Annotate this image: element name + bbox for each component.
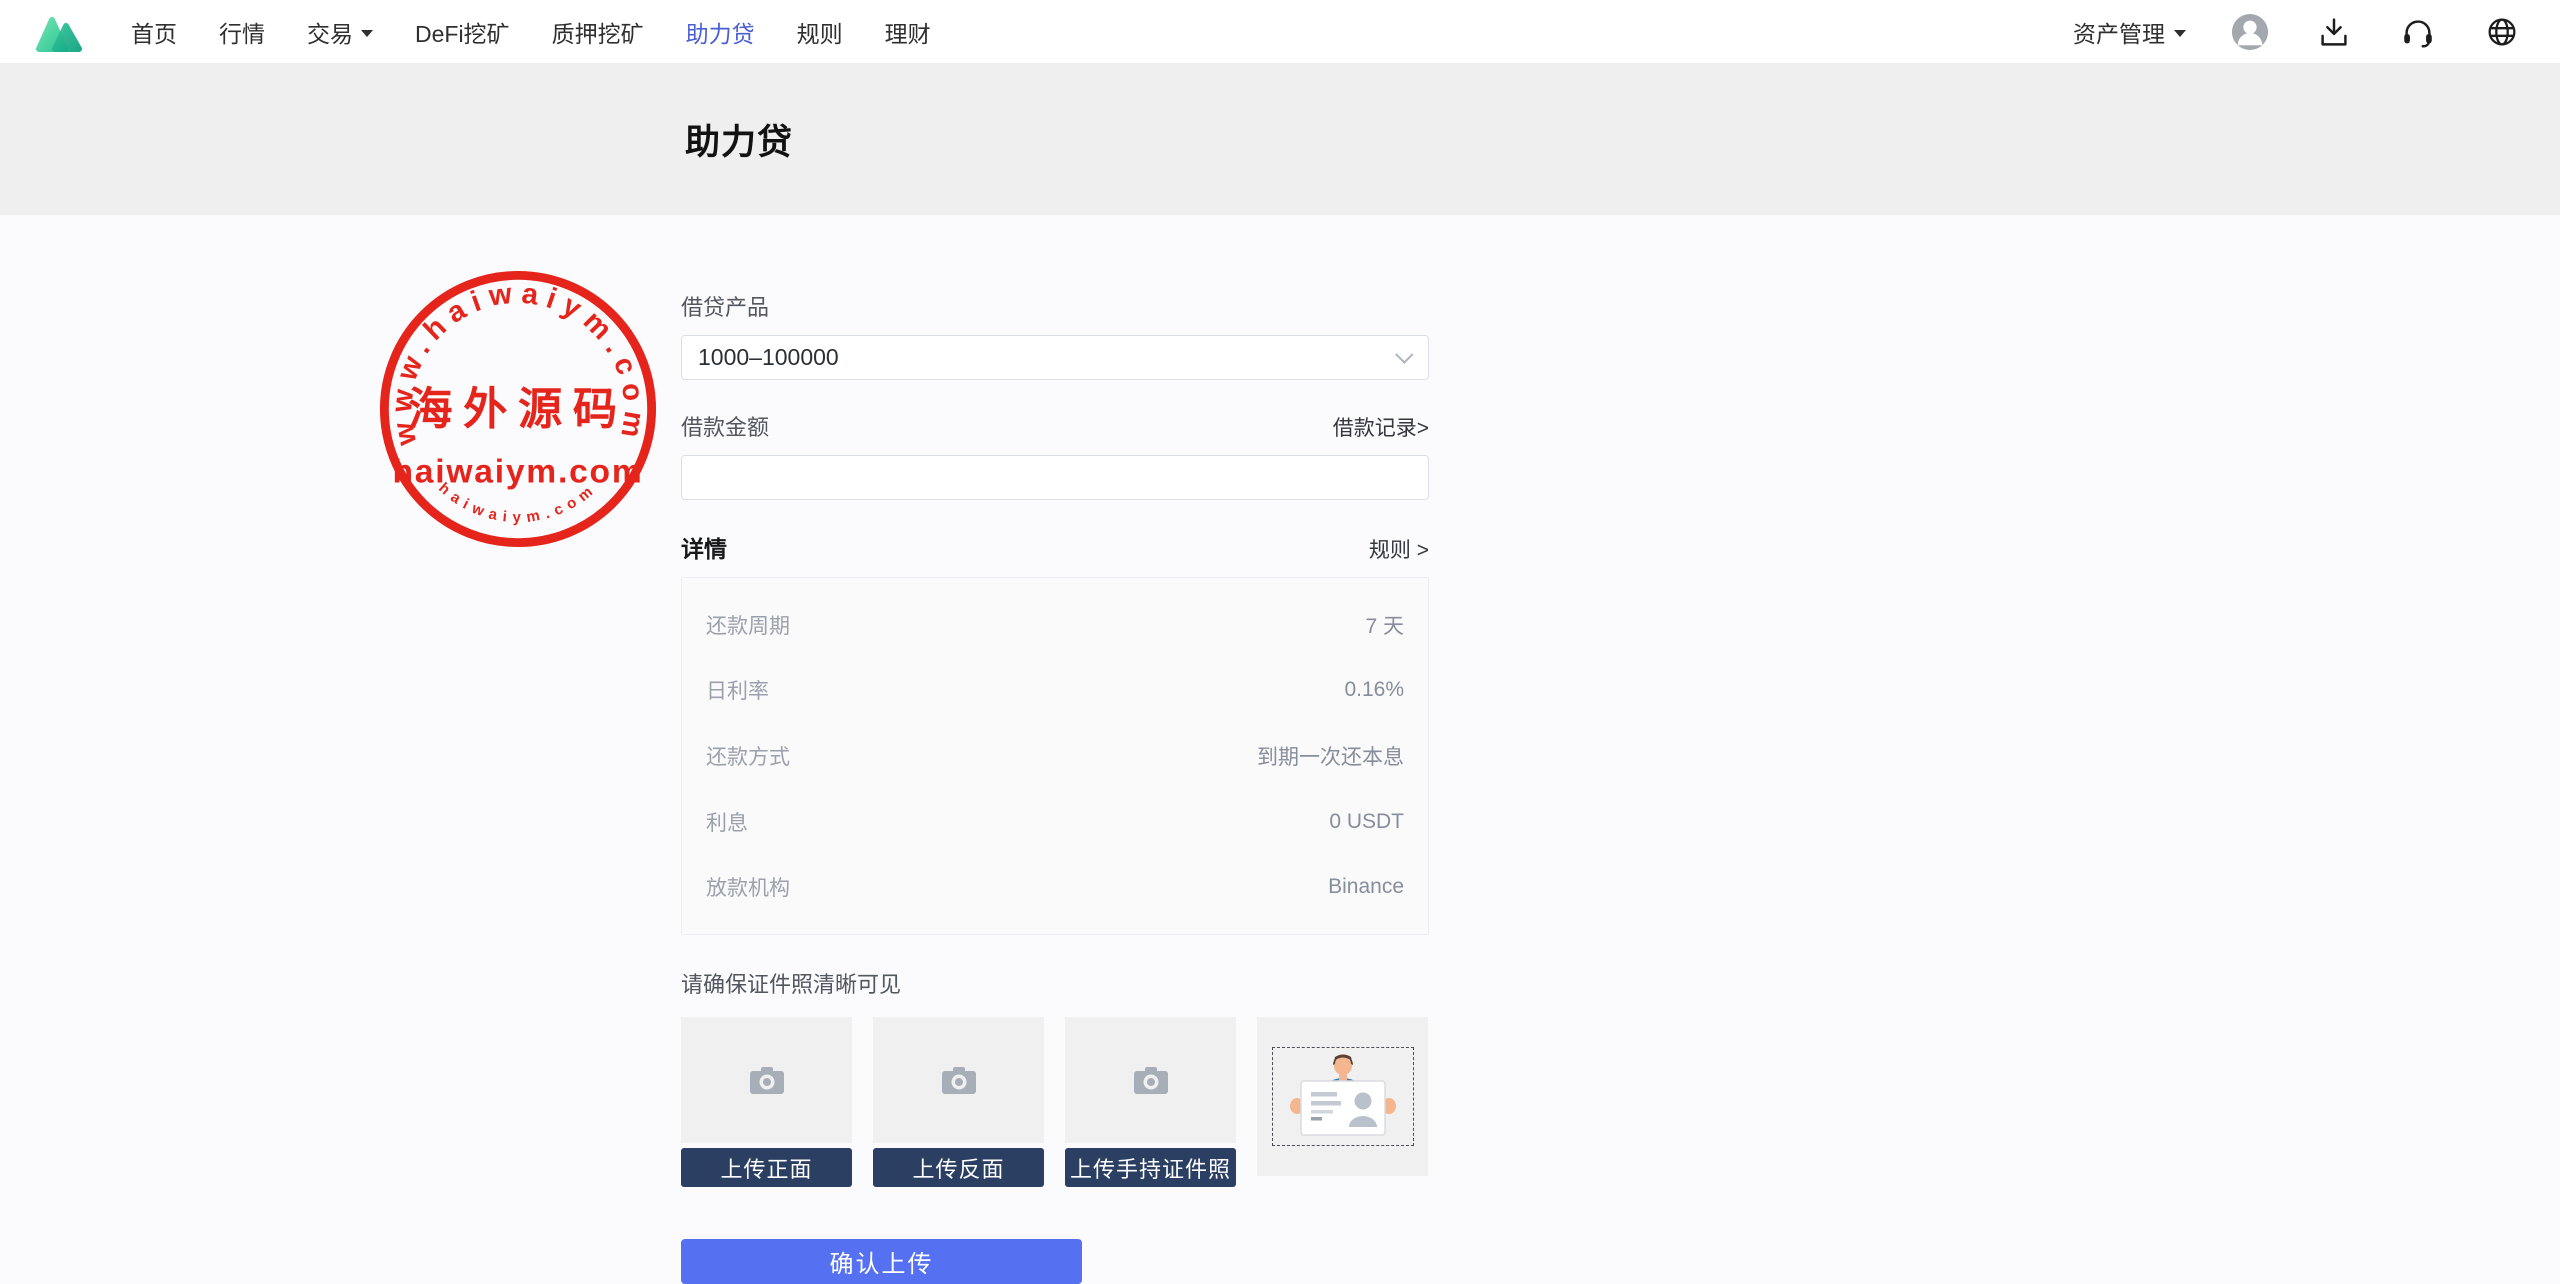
product-label: 借贷产品 bbox=[681, 290, 1429, 322]
page-header: 助力贷 bbox=[0, 63, 2560, 215]
avatar[interactable] bbox=[2230, 12, 2270, 52]
nav-item-staking-mining[interactable]: 质押挖矿 bbox=[552, 15, 644, 49]
main-content: www.haiwaiym.com 海外源码 haiwaiym.com haiwa… bbox=[0, 215, 2560, 1271]
detail-row-daily-rate: 日利率 0.16% bbox=[706, 658, 1404, 724]
upload-hint: 请确保证件照清晰可见 bbox=[681, 967, 1429, 999]
camera-icon bbox=[749, 1065, 785, 1095]
nav-right: 资产管理 bbox=[2073, 12, 2522, 52]
loan-records-link[interactable]: 借款记录> bbox=[1333, 412, 1429, 442]
top-nav: 首页 行情 交易 DeFi挖矿 质押挖矿 助力贷 规则 理财 资产管理 bbox=[0, 0, 2560, 63]
upload-back-dropzone[interactable] bbox=[873, 1017, 1044, 1143]
upload-front-button[interactable]: 上传正面 bbox=[681, 1148, 852, 1187]
camera-icon bbox=[1133, 1065, 1169, 1095]
stamp-domain-text: haiwaiym.com bbox=[393, 453, 644, 490]
nav-item-rules[interactable]: 规则 bbox=[797, 15, 843, 49]
watermark-stamp: www.haiwaiym.com 海外源码 haiwaiym.com haiwa… bbox=[372, 263, 664, 555]
nav-item-assist-loan[interactable]: 助力贷 bbox=[686, 15, 755, 49]
rules-link[interactable]: 规则 > bbox=[1369, 534, 1429, 564]
upload-handheld-button[interactable]: 上传手持证件照 bbox=[1065, 1148, 1236, 1187]
detail-row-cycle: 还款周期 7 天 bbox=[706, 592, 1404, 658]
stamp-arc-text: www.haiwaiym.com bbox=[386, 277, 650, 449]
detail-label: 详情 bbox=[681, 530, 727, 564]
upload-front-dropzone[interactable] bbox=[681, 1017, 852, 1143]
upload-cell-front: 上传正面 bbox=[681, 1017, 852, 1187]
asset-management-menu[interactable]: 资产管理 bbox=[2073, 15, 2186, 49]
detail-row-lender: 放款机构 Binance bbox=[706, 854, 1404, 920]
detail-row-interest: 利息 0 USDT bbox=[706, 789, 1404, 855]
language-globe-icon[interactable] bbox=[2482, 12, 2522, 52]
nav-item-wealth[interactable]: 理财 bbox=[885, 15, 931, 49]
sample-photo-box bbox=[1257, 1017, 1428, 1176]
camera-icon bbox=[941, 1065, 977, 1095]
chevron-down-icon bbox=[2174, 30, 2186, 37]
upload-grid: 上传正面 上传反面 bbox=[681, 1017, 1429, 1187]
stamp-arc-bottom-text: haiwaiym.com bbox=[435, 479, 600, 526]
nav-item-trade[interactable]: 交易 bbox=[307, 15, 373, 49]
sample-photo-frame bbox=[1272, 1047, 1414, 1146]
upload-handheld-dropzone[interactable] bbox=[1065, 1017, 1236, 1143]
confirm-upload-button[interactable]: 确认上传 bbox=[681, 1239, 1082, 1284]
download-icon[interactable] bbox=[2314, 12, 2354, 52]
amount-label: 借款金额 bbox=[681, 410, 769, 442]
stamp-center-text: 海外源码 bbox=[408, 385, 627, 434]
chevron-down-icon bbox=[361, 30, 373, 37]
id-card-sample-illustration bbox=[1281, 1053, 1405, 1141]
loan-form: 借贷产品 1000–100000 借款金额 借款记录> 详情 规则 > 还款周期… bbox=[681, 290, 1429, 1284]
loan-details-card: 还款周期 7 天 日利率 0.16% 还款方式 到期一次还本息 利息 0 USD… bbox=[681, 577, 1429, 935]
amount-input[interactable] bbox=[681, 455, 1429, 500]
page-title: 助力贷 bbox=[685, 114, 793, 165]
upload-cell-back: 上传反面 bbox=[873, 1017, 1044, 1187]
product-select-value: 1000–100000 bbox=[698, 344, 839, 371]
nav-item-home[interactable]: 首页 bbox=[131, 15, 177, 49]
upload-cell-handheld: 上传手持证件照 bbox=[1065, 1017, 1236, 1187]
main-nav: 首页 行情 交易 DeFi挖矿 质押挖矿 助力贷 规则 理财 bbox=[131, 15, 931, 49]
detail-row-repay-method: 还款方式 到期一次还本息 bbox=[706, 723, 1404, 789]
nav-item-defi-mining[interactable]: DeFi挖矿 bbox=[415, 15, 510, 49]
product-select[interactable]: 1000–100000 bbox=[681, 335, 1429, 380]
nav-item-markets[interactable]: 行情 bbox=[219, 15, 265, 49]
brand-logo[interactable] bbox=[35, 11, 83, 53]
upload-back-button[interactable]: 上传反面 bbox=[873, 1148, 1044, 1187]
chevron-down-icon bbox=[1395, 345, 1413, 363]
support-headset-icon[interactable] bbox=[2398, 12, 2438, 52]
